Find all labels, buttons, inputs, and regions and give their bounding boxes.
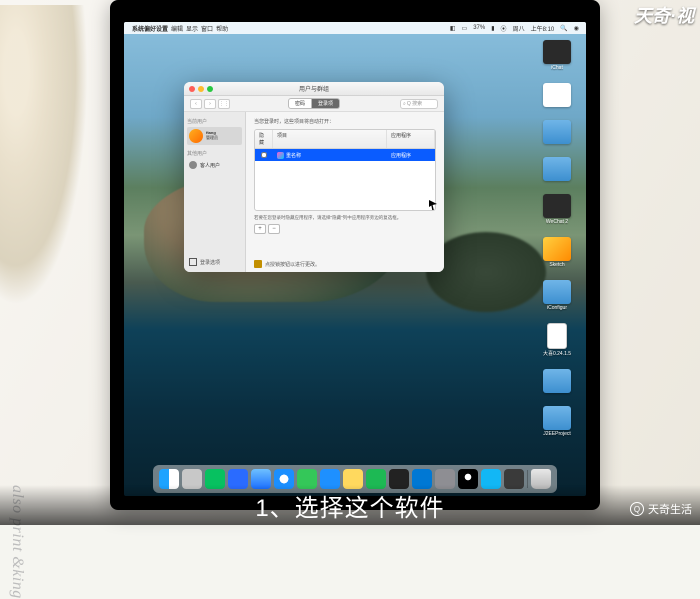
window-toolbar: ‹ › ⋮⋮ 密码 登录项 ⌕Q 搜索	[184, 96, 444, 112]
menubar-app-name[interactable]: 系统偏好设置	[132, 24, 168, 33]
add-login-item-button[interactable]: +	[254, 224, 266, 234]
wallpaper-island2	[426, 232, 546, 312]
menu-window[interactable]: 窗口	[201, 24, 213, 33]
lock-row[interactable]: 点授锁按钮以进行更改。	[254, 260, 320, 268]
back-button[interactable]: ‹	[190, 99, 202, 109]
menu-view[interactable]: 显示	[186, 24, 198, 33]
battery-percent[interactable]: 37%	[473, 25, 485, 31]
window-title: 用户与群组	[299, 84, 329, 93]
remove-login-item-button[interactable]: −	[268, 224, 280, 234]
user-role: 管理员	[206, 136, 218, 141]
decor-wheat	[0, 5, 100, 345]
show-all-button[interactable]: ⋮⋮	[218, 99, 230, 109]
minimize-button[interactable]	[198, 86, 204, 92]
mac-screen: 系统偏好设置 编辑 显示 窗口 帮助 ◧ ▭ 37% ▮ ⦿ 周八 上午8:10…	[124, 22, 586, 496]
col-hide[interactable]: 隐藏	[255, 130, 273, 148]
lock-icon	[254, 260, 262, 268]
login-items-list: 隐藏 项目 应用程序 重名称 应用程序	[254, 129, 436, 211]
col-item[interactable]: 项目	[273, 130, 387, 148]
brand-watermark-bottom: Q 天奇生活	[630, 501, 692, 517]
desktop-item[interactable]	[534, 369, 580, 394]
desktop-item[interactable]: Sketch	[534, 237, 580, 268]
desktop-item[interactable]: J2EEProject	[534, 406, 580, 437]
login-item-row[interactable]: 重名称 应用程序	[255, 149, 435, 161]
wifi-icon[interactable]: ⦿	[501, 24, 507, 33]
lock-hint: 点授锁按钮以进行更改。	[265, 261, 320, 268]
login-items-pane: 当您登录时，这些项目将自动打开： 隐藏 项目 应用程序 重名称 应用程序	[246, 112, 444, 272]
sidebar-group-current: 当前用户	[187, 118, 242, 125]
desktop-icons-column: iChat WeChat 2 Sketch iConfigur 大喜0.24.1…	[534, 40, 580, 437]
status-display-icon[interactable]: ▭	[462, 25, 468, 32]
col-kind[interactable]: 应用程序	[387, 130, 435, 148]
siri-icon[interactable]: ◉	[574, 25, 579, 32]
desktop-item[interactable]	[534, 83, 580, 108]
clock-day[interactable]: 周八	[513, 24, 525, 33]
desktop-item[interactable]: WeChat 2	[534, 194, 580, 225]
menubar: 系统偏好设置 编辑 显示 窗口 帮助 ◧ ▭ 37% ▮ ⦿ 周八 上午8:10…	[124, 22, 586, 34]
avatar	[189, 129, 203, 143]
sidebar-guest-user[interactable]: 客人用户	[187, 159, 242, 171]
home-icon	[189, 258, 197, 266]
item-name: 重名称	[286, 152, 301, 159]
tab-password[interactable]: 密码	[288, 98, 312, 109]
brand-watermark-top: 天奇·视	[634, 2, 694, 28]
app-icon	[277, 152, 284, 159]
desktop-item[interactable]	[534, 157, 580, 182]
zoom-button[interactable]	[207, 86, 213, 92]
desktop-item[interactable]	[534, 120, 580, 145]
spotlight-icon[interactable]: 🔍	[560, 25, 567, 32]
caption-bar: 1、选择这个软件	[0, 485, 700, 525]
battery-icon[interactable]: ▮	[491, 25, 494, 32]
hide-checkbox[interactable]	[261, 152, 267, 158]
device-frame: 系统偏好设置 编辑 显示 窗口 帮助 ◧ ▭ 37% ▮ ⦿ 周八 上午8:10…	[110, 0, 600, 510]
tutorial-frame: also print &king 天奇·视 系统偏好设置 编辑 显示 窗口 帮助…	[0, 0, 700, 525]
clock-time[interactable]: 上午8:10	[531, 24, 555, 33]
status-extra-icon[interactable]: ◧	[450, 25, 456, 32]
guest-icon	[189, 161, 197, 169]
item-kind: 应用程序	[387, 152, 435, 159]
login-items-footer-hint: 若要在您登录时隐藏应用程序，请选择"隐藏"列中应用程序旁边的复选框。	[254, 215, 436, 221]
desktop-item[interactable]: iConfigur	[534, 280, 580, 311]
sidebar-login-options[interactable]: 登录选项	[187, 256, 242, 268]
brand-icon: Q	[630, 502, 644, 516]
caption-text: 1、选择这个软件	[255, 488, 444, 523]
window-titlebar[interactable]: 用户与群组	[184, 82, 444, 96]
tab-segmented-control: 密码 登录项	[288, 98, 340, 109]
search-icon: ⌕	[403, 101, 406, 107]
desktop-item[interactable]: iChat	[534, 40, 580, 71]
users-groups-window: 用户与群组 ‹ › ⋮⋮ 密码 登录项 ⌕Q 搜索 当	[184, 82, 444, 272]
sidebar-group-other: 其他用户	[187, 150, 242, 157]
menu-edit[interactable]: 编辑	[171, 24, 183, 33]
list-header: 隐藏 项目 应用程序	[255, 130, 435, 149]
forward-button[interactable]: ›	[204, 99, 216, 109]
users-sidebar: 当前用户 ftang 管理员 其他用户 客人用户	[184, 112, 246, 272]
desktop-item[interactable]: 大喜0.24.1.5	[534, 323, 580, 357]
search-input[interactable]: ⌕Q 搜索	[400, 99, 438, 109]
tab-login-items[interactable]: 登录项	[312, 98, 340, 109]
close-button[interactable]	[189, 86, 195, 92]
menu-help[interactable]: 帮助	[216, 24, 228, 33]
login-items-heading: 当您登录时，这些项目将自动打开：	[254, 118, 436, 125]
sidebar-current-user[interactable]: ftang 管理员	[187, 127, 242, 145]
